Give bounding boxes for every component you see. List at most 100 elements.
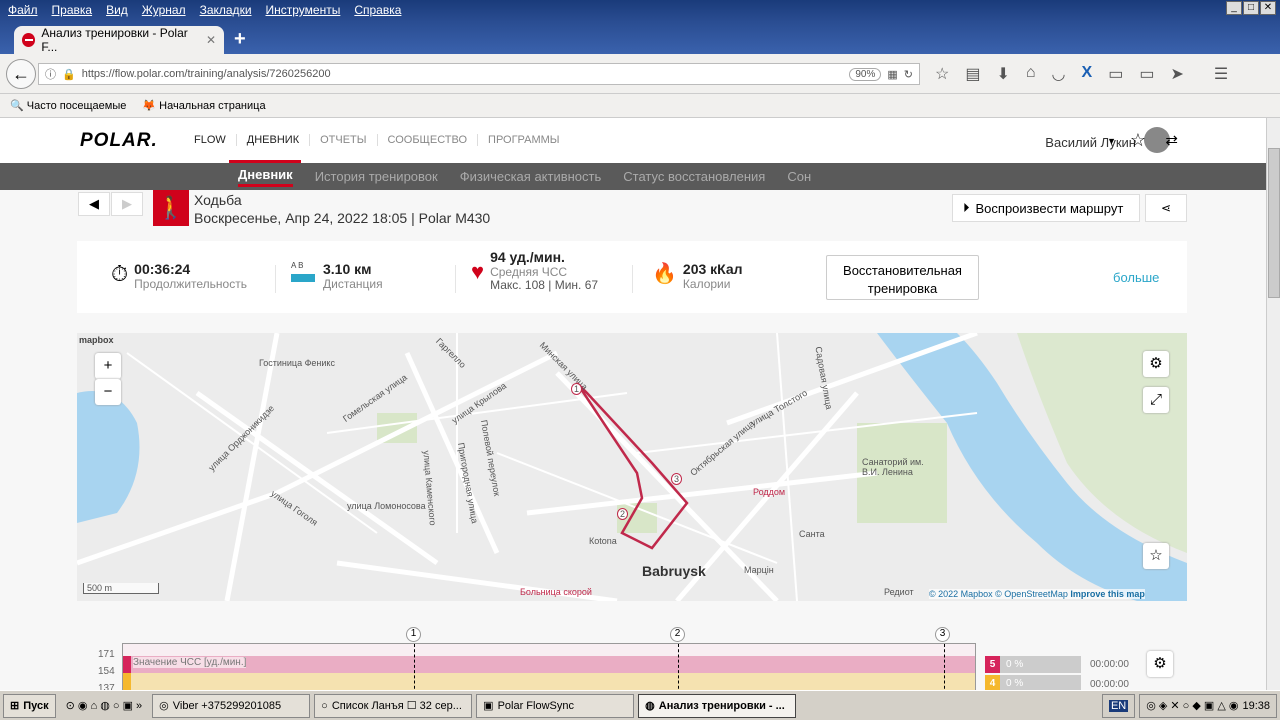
nav-community[interactable]: СООБЩЕСТВО: [378, 134, 479, 146]
improve-map-link[interactable]: Improve this map: [1070, 589, 1145, 599]
monitor-icon[interactable]: ▭: [1139, 64, 1154, 84]
menu-tools[interactable]: Инструменты: [266, 3, 341, 19]
map-label: Гостиница Феникс: [259, 358, 335, 368]
tray-icons[interactable]: ◎ ◈ ✕ ○ ◆ ▣ △ ◉ 19:38: [1139, 693, 1277, 718]
hamburger-menu-icon[interactable]: ☰: [1214, 64, 1228, 84]
url-bar[interactable]: ⓘ 🔒 https://flow.polar.com/training/analys…: [38, 63, 920, 85]
task-opera[interactable]: ○ Список Ланъя ☐ 32 сер...: [314, 693, 473, 718]
menu-help[interactable]: Справка: [354, 3, 401, 19]
download-icon[interactable]: ⬇: [996, 64, 1009, 84]
zoom-level[interactable]: 90%: [849, 67, 882, 81]
close-window-button[interactable]: ✕: [1260, 1, 1276, 15]
play-route-button[interactable]: ⏵ Воспроизвести маршрут: [952, 194, 1140, 222]
maximize-button[interactable]: □: [1243, 1, 1259, 15]
quick-launch[interactable]: ⊙ ◉ ⌂ ◍ ○ ▣ »: [60, 699, 149, 712]
nav-reports[interactable]: ОТЧЕТЫ: [310, 134, 378, 146]
new-tab-button[interactable]: +: [234, 28, 246, 51]
menu-view[interactable]: Вид: [106, 3, 128, 19]
polar-logo[interactable]: POLAR.: [80, 130, 158, 152]
map-label: улица Ломоносова: [347, 501, 426, 511]
map-copyright[interactable]: © 2022 Mapbox © OpenStreetMap: [929, 589, 1068, 599]
calories-label: Калории: [682, 277, 731, 291]
x-extension-icon[interactable]: X: [1082, 64, 1093, 84]
chart-settings-icon[interactable]: ⚙: [1147, 651, 1173, 677]
zone-5-band: [123, 656, 975, 673]
subnav-diary[interactable]: Дневник: [238, 167, 293, 187]
reload-icon[interactable]: ↻: [904, 68, 913, 81]
lap-marker[interactable]: 3: [671, 473, 682, 485]
user-name[interactable]: Василий Лукин: [1045, 135, 1136, 150]
city-label: Babruysk: [642, 563, 706, 579]
polar-favicon: [22, 33, 36, 47]
browser-tab[interactable]: Анализ тренировки - Polar F... ✕: [14, 26, 224, 54]
task-viber[interactable]: ◎ Viber +375299201085: [152, 693, 311, 718]
clock: 19:38: [1242, 699, 1270, 712]
next-training-button[interactable]: ▶: [111, 192, 143, 216]
route-map[interactable]: mapbox Гостиница Феникс улица Орджоникид…: [77, 333, 1187, 601]
menu-edit[interactable]: Правка: [52, 3, 93, 19]
map-label: Коtona: [589, 536, 617, 546]
map-label: Санаторий им. В.И. Ленина: [862, 457, 924, 477]
bookmark-star-icon[interactable]: ☆: [935, 64, 949, 84]
favorites-star-icon[interactable]: ☆: [1130, 130, 1146, 151]
info-icon[interactable]: ⓘ: [45, 66, 56, 82]
sync-icon[interactable]: ⇄: [1165, 131, 1178, 149]
chevron-down-icon[interactable]: ▼: [1107, 136, 1116, 146]
y-tick: 137: [98, 683, 115, 690]
map-label: Редиот: [884, 587, 914, 597]
close-tab-icon[interactable]: ✕: [206, 33, 216, 47]
language-indicator[interactable]: EN: [1108, 699, 1129, 712]
subnav-recovery[interactable]: Статус восстановления: [623, 169, 765, 184]
ruler-icon: [291, 274, 315, 282]
bookmark-most-visited[interactable]: 🔍 Часто посещаемые: [10, 99, 126, 112]
lap-marker[interactable]: 2: [670, 627, 685, 642]
flame-icon: 🔥: [652, 263, 677, 285]
subnav-sleep[interactable]: Сон: [787, 169, 811, 184]
flag-icon[interactable]: ▭: [1108, 64, 1123, 84]
mapbox-logo[interactable]: mapbox: [79, 335, 114, 345]
lap-marker[interactable]: 3: [935, 627, 950, 642]
zone-4: 40 %: [985, 675, 1081, 690]
fullscreen-icon[interactable]: ⤢: [1143, 387, 1169, 413]
system-tray: EN: [1101, 693, 1136, 718]
bookmarks-list-icon[interactable]: ▤: [965, 64, 980, 84]
bookmark-home-page[interactable]: 🦊 Начальная страница: [142, 99, 265, 112]
map-settings-icon[interactable]: ⚙: [1143, 351, 1169, 377]
map-star-icon[interactable]: ☆: [1143, 543, 1169, 569]
play-icon: ⏵: [963, 200, 970, 215]
subnav-history[interactable]: История тренировок: [315, 169, 438, 184]
page-scrollbar[interactable]: [1266, 118, 1280, 690]
lap-marker[interactable]: 1: [406, 627, 421, 642]
menu-file[interactable]: Файл: [8, 3, 38, 19]
nav-programs[interactable]: ПРОГРАММЫ: [478, 134, 570, 146]
menu-bookmarks[interactable]: Закладки: [200, 3, 252, 19]
lap-marker[interactable]: 2: [617, 508, 628, 520]
menu-history[interactable]: Журнал: [142, 3, 186, 19]
subnav-activity[interactable]: Физическая активность: [460, 169, 602, 184]
more-link[interactable]: больше: [1113, 270, 1159, 285]
home-icon[interactable]: ⌂: [1026, 64, 1036, 84]
zone-time: 00:00:00: [1090, 659, 1129, 670]
task-firefox[interactable]: ◍ Анализ тренировки - ...: [638, 693, 797, 718]
hr-range: Макс. 108 | Мин. 67: [490, 278, 599, 292]
start-button[interactable]: ⊞ Пуск: [3, 693, 56, 718]
training-benefit-button[interactable]: Восстановительная тренировка: [826, 255, 979, 300]
minimize-button[interactable]: _: [1226, 1, 1242, 15]
stopwatch-icon: ⏱: [111, 261, 129, 286]
lap-marker[interactable]: 1: [571, 383, 582, 395]
zoom-in-button[interactable]: +: [95, 353, 121, 379]
lock-icon: 🔒: [62, 68, 76, 81]
pocket-icon[interactable]: ◡: [1052, 64, 1066, 84]
prev-training-button[interactable]: ◀: [78, 192, 110, 216]
training-summary: ⏱ 00:36:24 Продолжительность A B 3.10 км Дис…: [77, 241, 1187, 313]
reader-icon[interactable]: ▦: [887, 68, 897, 81]
zoom-out-button[interactable]: −: [95, 379, 121, 405]
back-button[interactable]: ←: [6, 59, 36, 89]
task-flowsync[interactable]: ▣ Polar FlowSync: [476, 693, 635, 718]
share-button[interactable]: ⋖: [1145, 194, 1187, 222]
nav-diary[interactable]: ДНЕВНИК: [237, 134, 311, 146]
tab-title: Анализ тренировки - Polar F...: [41, 26, 188, 54]
hr-value: 94 уд./мин.: [490, 249, 565, 265]
send-icon[interactable]: ➤: [1170, 64, 1183, 84]
menu-bar: Файл Правка Вид Журнал Закладки Инструме…: [0, 0, 1280, 22]
